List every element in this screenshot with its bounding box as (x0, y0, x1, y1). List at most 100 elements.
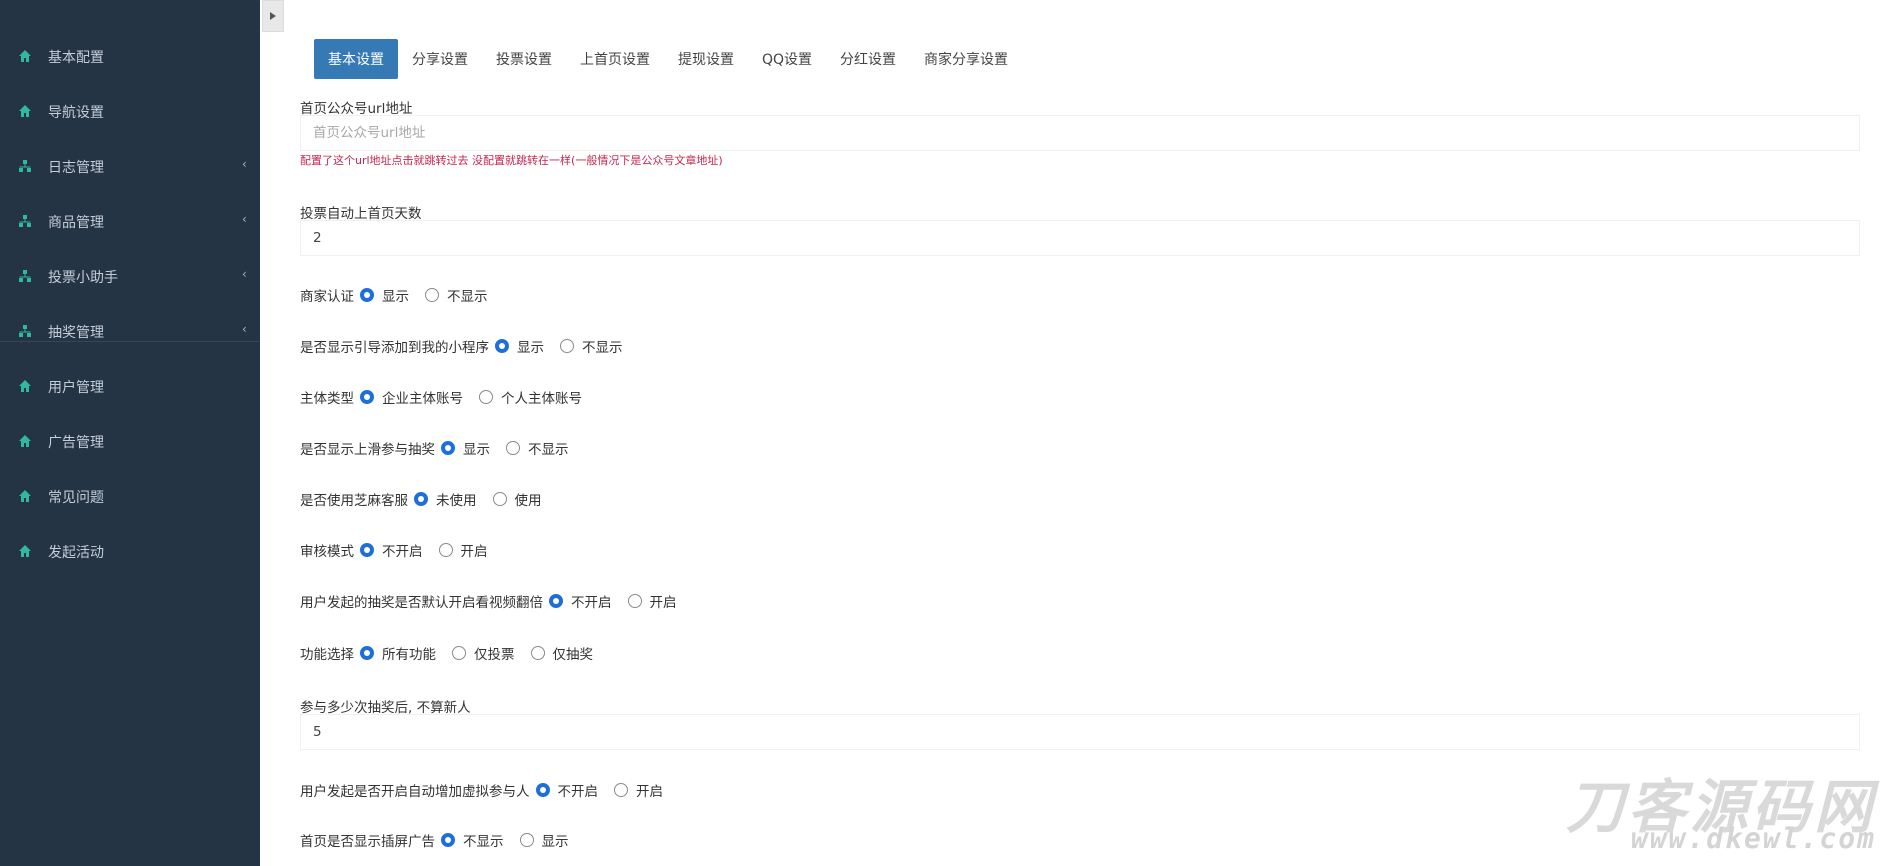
radio-group-function-select: 功能选择 所有功能 仅投票 仅抽奖 (300, 643, 607, 663)
radio-option[interactable]: 所有功能 (358, 643, 436, 663)
url-field-label: 首页公众号url地址 (300, 101, 413, 117)
radio-option[interactable]: 不开启 (358, 540, 423, 560)
radio-option[interactable]: 不显示 (558, 336, 623, 356)
radio-option[interactable]: 不开启 (534, 780, 599, 800)
radio-option[interactable]: 显示 (493, 336, 544, 356)
lottery-count-field-label: 参与多少次抽奖后, 不算新人 (300, 700, 471, 716)
radio-option[interactable]: 仅抽奖 (529, 643, 593, 663)
radio-option[interactable]: 仅投票 (450, 643, 515, 663)
radio-button-checked[interactable] (495, 339, 509, 353)
settings-tabs: 基本设置 分享设置 投票设置 上首页设置 提现设置 QQ设置 分红设置 商家分享… (314, 39, 1022, 79)
tab-merchant-share-settings[interactable]: 商家分享设置 (910, 39, 1022, 79)
lottery-count-input[interactable] (300, 714, 1860, 750)
radio-option[interactable]: 未使用 (412, 489, 477, 509)
radio-question: 审核模式 (300, 544, 354, 560)
radio-option[interactable]: 不显示 (439, 830, 504, 850)
radio-button-checked[interactable] (549, 594, 563, 608)
url-field-hint: 配置了这个url地址点击就跳转过去 没配置就跳转在一样(一般情况下是公众号文章地… (300, 154, 723, 167)
sidebar-item-label: 投票小助手 (48, 270, 118, 286)
radio-button[interactable] (506, 441, 520, 455)
radio-option-label: 显示 (463, 442, 490, 458)
radio-option[interactable]: 开启 (626, 591, 677, 611)
tab-basic-settings[interactable]: 基本设置 (314, 39, 398, 79)
radio-option-label: 开启 (460, 544, 488, 560)
sidebar-item-basic-config[interactable]: 基本配置 (0, 34, 260, 78)
sidebar-divider (0, 341, 260, 342)
radio-button-checked[interactable] (414, 492, 428, 506)
sidebar: 基本配置 导航设置 日志管理 ‹ 商品管理 ‹ 投票小助手 ‹ 抽奖管理 ‹ 用… (0, 0, 260, 866)
radio-button[interactable] (627, 594, 642, 608)
radio-question: 商家认证 (300, 289, 354, 305)
radio-button-checked[interactable] (441, 441, 455, 455)
home-icon (19, 105, 31, 117)
radio-button[interactable] (492, 492, 507, 506)
sidebar-item-log-management[interactable]: 日志管理 ‹ (0, 144, 260, 188)
radio-option-label: 仅投票 (474, 647, 515, 663)
radio-option-label: 不开启 (557, 784, 599, 800)
radio-option[interactable]: 使用 (491, 489, 542, 509)
tab-vote-settings[interactable]: 投票设置 (482, 39, 566, 79)
watermark: 刀客源码网 www.dkewl.com (1514, 760, 1884, 860)
radio-option[interactable]: 不显示 (423, 285, 488, 305)
radio-option[interactable]: 不开启 (547, 591, 612, 611)
sitemap-icon (19, 160, 31, 172)
tab-dividend-settings[interactable]: 分红设置 (826, 39, 910, 79)
radio-group-guide-add-miniprogram: 是否显示引导添加到我的小程序 显示 不显示 (300, 336, 637, 356)
radio-button-checked[interactable] (535, 783, 550, 797)
radio-button-checked[interactable] (360, 646, 374, 660)
radio-button-checked[interactable] (441, 833, 455, 847)
radio-option-label: 使用 (514, 493, 542, 509)
radio-button[interactable] (614, 783, 628, 797)
tab-homepage-settings[interactable]: 上首页设置 (566, 39, 664, 79)
homepage-url-input[interactable] (300, 115, 1860, 151)
radio-option[interactable]: 个人主体账号 (477, 387, 582, 407)
sidebar-item-faq[interactable]: 常见问题 (0, 474, 260, 518)
sidebar-item-user-management[interactable]: 用户管理 (0, 364, 260, 408)
home-icon (19, 50, 31, 62)
sidebar-item-label: 商品管理 (48, 215, 104, 231)
radio-option[interactable]: 企业主体账号 (358, 387, 463, 407)
radio-button-checked[interactable] (360, 288, 374, 302)
auto-homepage-days-input[interactable] (300, 220, 1860, 256)
radio-question: 用户发起的抽奖是否默认开启看视频翻倍 (300, 595, 543, 611)
sidebar-item-label: 用户管理 (48, 380, 104, 396)
home-icon (19, 490, 31, 502)
sidebar-item-label: 抽奖管理 (48, 325, 104, 341)
sidebar-item-product-management[interactable]: 商品管理 ‹ (0, 199, 260, 243)
radio-button[interactable] (530, 646, 545, 660)
tab-withdraw-settings[interactable]: 提现设置 (664, 39, 748, 79)
radio-button[interactable] (438, 543, 453, 557)
radio-option-label: 开启 (636, 784, 663, 800)
radio-option[interactable]: 开启 (612, 780, 663, 800)
radio-button[interactable] (452, 646, 466, 660)
sidebar-item-label: 日志管理 (48, 160, 104, 176)
radio-question: 主体类型 (300, 391, 354, 407)
radio-option[interactable]: 开启 (437, 540, 488, 560)
radio-button[interactable] (479, 390, 493, 404)
radio-button[interactable] (560, 339, 574, 353)
radio-button[interactable] (425, 288, 439, 302)
radio-option-label: 未使用 (436, 493, 477, 509)
sidebar-collapse-button[interactable] (262, 0, 284, 32)
radio-button-checked[interactable] (360, 543, 374, 557)
radio-option[interactable]: 显示 (358, 285, 409, 305)
sidebar-item-vote-assistant[interactable]: 投票小助手 ‹ (0, 254, 260, 298)
radio-option[interactable]: 显示 (439, 438, 490, 458)
radio-option-label: 个人主体账号 (501, 391, 582, 407)
tab-qq-settings[interactable]: QQ设置 (748, 39, 826, 79)
days-field-label: 投票自动上首页天数 (300, 206, 422, 222)
caret-right-icon (270, 12, 276, 20)
radio-button[interactable] (519, 833, 534, 847)
sidebar-item-lottery-management[interactable]: 抽奖管理 ‹ (0, 309, 260, 353)
sidebar-item-ad-management[interactable]: 广告管理 (0, 419, 260, 463)
radio-option[interactable]: 显示 (518, 830, 569, 850)
radio-button-checked[interactable] (360, 390, 374, 404)
radio-group-virtual-participants: 用户发起是否开启自动增加虚拟参与人 不开启 开启 (300, 780, 677, 800)
radio-option-label: 所有功能 (382, 647, 436, 663)
sidebar-item-nav-settings[interactable]: 导航设置 (0, 89, 260, 133)
radio-option[interactable]: 不显示 (504, 438, 569, 458)
watermark-title: 刀客源码网 (1565, 773, 1876, 841)
tab-share-settings[interactable]: 分享设置 (398, 39, 482, 79)
radio-question: 是否使用芝麻客服 (300, 493, 408, 509)
sidebar-item-launch-activity[interactable]: 发起活动 (0, 529, 260, 573)
